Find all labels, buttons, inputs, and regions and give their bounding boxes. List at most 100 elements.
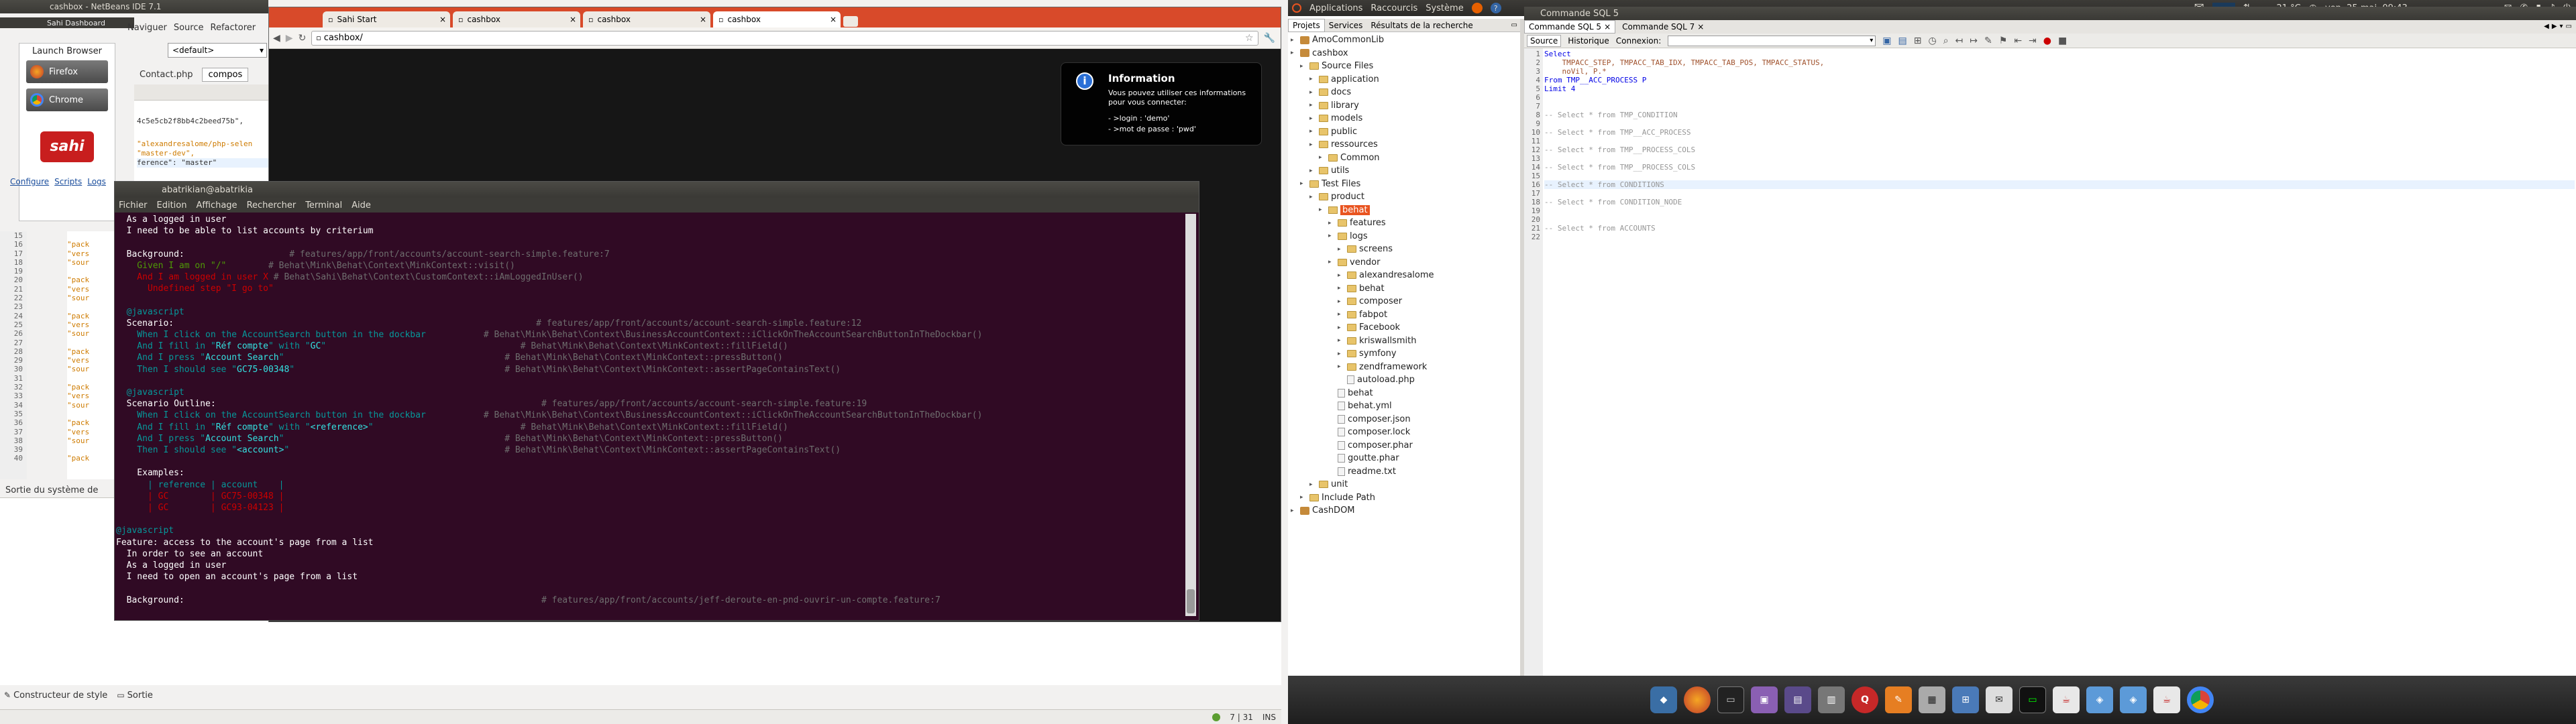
terminal-menu-terminal[interactable]: Terminal [305,200,342,210]
editor-tab-contact[interactable]: Contact.php [134,68,198,81]
terminal-dock-icon[interactable]: ▭ [1717,686,1744,713]
connection-select[interactable]: ▾ [1668,35,1876,46]
tree-item[interactable]: ▸ behat [1288,282,1520,296]
run-sql-icon[interactable]: ▣ [1882,36,1891,46]
disk-dock-icon[interactable]: ▥ [1818,686,1845,713]
netbeans-icon[interactable]: ◆ [1650,686,1677,713]
expand-toggle-icon[interactable]: ▸ [1319,206,1326,213]
menu-raccourcis[interactable]: Raccourcis [1371,3,1417,13]
tree-item[interactable]: ▸ unit [1288,478,1520,491]
scroll-thumb[interactable] [1187,589,1195,613]
tab-services[interactable]: Services [1325,19,1367,32]
tree-item[interactable]: ▸ vendor [1288,256,1520,269]
find-next-icon[interactable]: ↦ [1970,36,1978,46]
toggle-highlight-icon[interactable]: ✎ [1984,36,1992,46]
menu-naviguer[interactable]: Naviguer [127,23,167,33]
expand-toggle-icon[interactable]: ▸ [1338,363,1344,370]
tree-item[interactable]: goutte.phar [1288,452,1520,465]
expand-toggle-icon[interactable]: ▸ [1300,494,1307,501]
expand-toggle-icon[interactable]: ▸ [1338,351,1344,357]
java-dock-icon[interactable]: ☕ [2053,686,2080,713]
sql-tab-5[interactable]: Commande SQL 5 × [1524,20,1616,34]
tree-item[interactable]: ▸ kriswallsmith [1288,335,1520,348]
tree-item[interactable]: ▸ behat [1288,204,1520,217]
tab-cashbox-1[interactable]: ▫ cashbox × [453,11,580,27]
help-icon[interactable]: ? [1490,3,1501,13]
find-previous-icon[interactable]: ↤ [1955,36,1964,46]
close-icon[interactable]: × [439,15,450,24]
minimize-icon[interactable]: ▭ [1511,21,1520,29]
tree-item[interactable]: ▸ screens [1288,243,1520,256]
shift-left-icon[interactable]: ⇤ [2014,36,2022,46]
back-icon[interactable]: ◀ [273,34,280,43]
tree-item[interactable]: ▸ Source Files [1288,60,1520,73]
expand-toggle-icon[interactable]: ▸ [1338,324,1344,331]
shift-right-icon[interactable]: ⇥ [2029,36,2037,46]
firefox-button[interactable]: Firefox [26,60,108,83]
tree-item[interactable]: behat.yml [1288,400,1520,413]
tree-item[interactable]: ▸ Test Files [1288,178,1520,191]
close-icon[interactable]: × [1604,22,1611,32]
config-select[interactable]: <default> ▾ [168,43,267,58]
run-statement-icon[interactable]: ▤ [1898,36,1907,46]
tree-item[interactable]: ▸ fabpot [1288,308,1520,322]
expand-toggle-icon[interactable]: ▸ [1309,76,1316,82]
tools-dock-icon[interactable]: ✎ [1885,686,1912,713]
console-dock-icon[interactable]: ▭ [2019,686,2046,713]
tree-item[interactable]: behat [1288,387,1520,400]
menu-refactorer[interactable]: Refactorer [211,23,256,33]
sql-editor[interactable]: Select TMPACC_STEP, TMPACC_TAB_IDX, TMPA… [1544,48,2575,676]
close-icon[interactable]: × [830,15,841,24]
expand-toggle-icon[interactable]: ▸ [1338,272,1344,279]
tab-cashbox-2[interactable]: ▫ cashbox × [583,11,710,27]
editor-tab-composer[interactable]: compos [202,67,249,82]
tab-cashbox-3[interactable]: ▫ cashbox × [713,11,841,27]
close-icon[interactable]: × [700,15,710,24]
bookmark-icon[interactable]: ⚑ [1999,36,2008,46]
tree-item[interactable]: ▸ logs [1288,230,1520,243]
tree-item[interactable]: composer.json [1288,413,1520,426]
tree-item[interactable]: ▸ Include Path [1288,491,1520,505]
terminal-menu-fichier[interactable]: Fichier [119,200,148,210]
expand-toggle-icon[interactable]: ▸ [1338,285,1344,292]
expand-toggle-icon[interactable]: ▸ [1328,259,1335,265]
forward-icon[interactable]: ▶ [286,34,293,43]
expand-toggle-icon[interactable]: ▸ [1319,154,1326,161]
close-icon[interactable]: × [1697,22,1704,32]
expand-toggle-icon[interactable]: ▸ [1291,37,1297,44]
tab-scroll-right-icon[interactable]: ▶ [2552,23,2557,30]
tree-item[interactable]: ▸ docs [1288,86,1520,99]
star-icon[interactable]: ☆ [1245,34,1258,43]
menu-systeme[interactable]: Système [1426,3,1463,13]
dev-dock-icon[interactable]: ▤ [1784,686,1811,713]
terminal-scrollbar[interactable] [1185,214,1196,616]
expand-toggle-icon[interactable]: ▸ [1300,63,1307,70]
history-button[interactable]: Historique [1568,36,1609,46]
tree-item[interactable]: ▸ symfony [1288,347,1520,361]
tree-item[interactable]: ▸ library [1288,99,1520,113]
source-button[interactable]: Source [1527,34,1562,47]
expand-toggle-icon[interactable]: ▸ [1328,233,1335,239]
tree-item[interactable]: readme.txt [1288,465,1520,479]
tree-item[interactable]: ▸ Facebook [1288,321,1520,335]
tree-item[interactable]: ▸ public [1288,125,1520,139]
tree-item[interactable]: composer.phar [1288,439,1520,452]
expand-toggle-icon[interactable]: ▸ [1338,298,1344,305]
menu-source[interactable]: Source [174,23,204,33]
terminal-menu-affichage[interactable]: Affichage [196,200,237,210]
tree-item[interactable]: ▸ utils [1288,164,1520,178]
tab-sahi-start[interactable]: ▫ Sahi Start × [323,11,450,27]
expand-toggle-icon[interactable]: ▸ [1338,246,1344,253]
box-dock-icon[interactable]: ◈ [2086,686,2113,713]
tree-item[interactable]: ▸ Common [1288,152,1520,165]
maximize-icon[interactable]: ▭ [2566,23,2576,30]
firefox-launcher-icon[interactable] [1471,3,1483,13]
search-icon[interactable]: ⌕ [1943,36,1949,46]
expand-toggle-icon[interactable]: ▸ [1291,507,1297,514]
tree-item[interactable]: ▸ CashDOM [1288,504,1520,518]
expand-toggle-icon[interactable]: ▸ [1309,481,1316,488]
tree-item[interactable]: autoload.php [1288,373,1520,387]
media-dock-icon[interactable]: ▣ [1751,686,1778,713]
address-bar[interactable]: ▫ cashbox/ ☆ [311,30,1258,46]
terminal-menu-rechercher[interactable]: Rechercher [247,200,297,210]
